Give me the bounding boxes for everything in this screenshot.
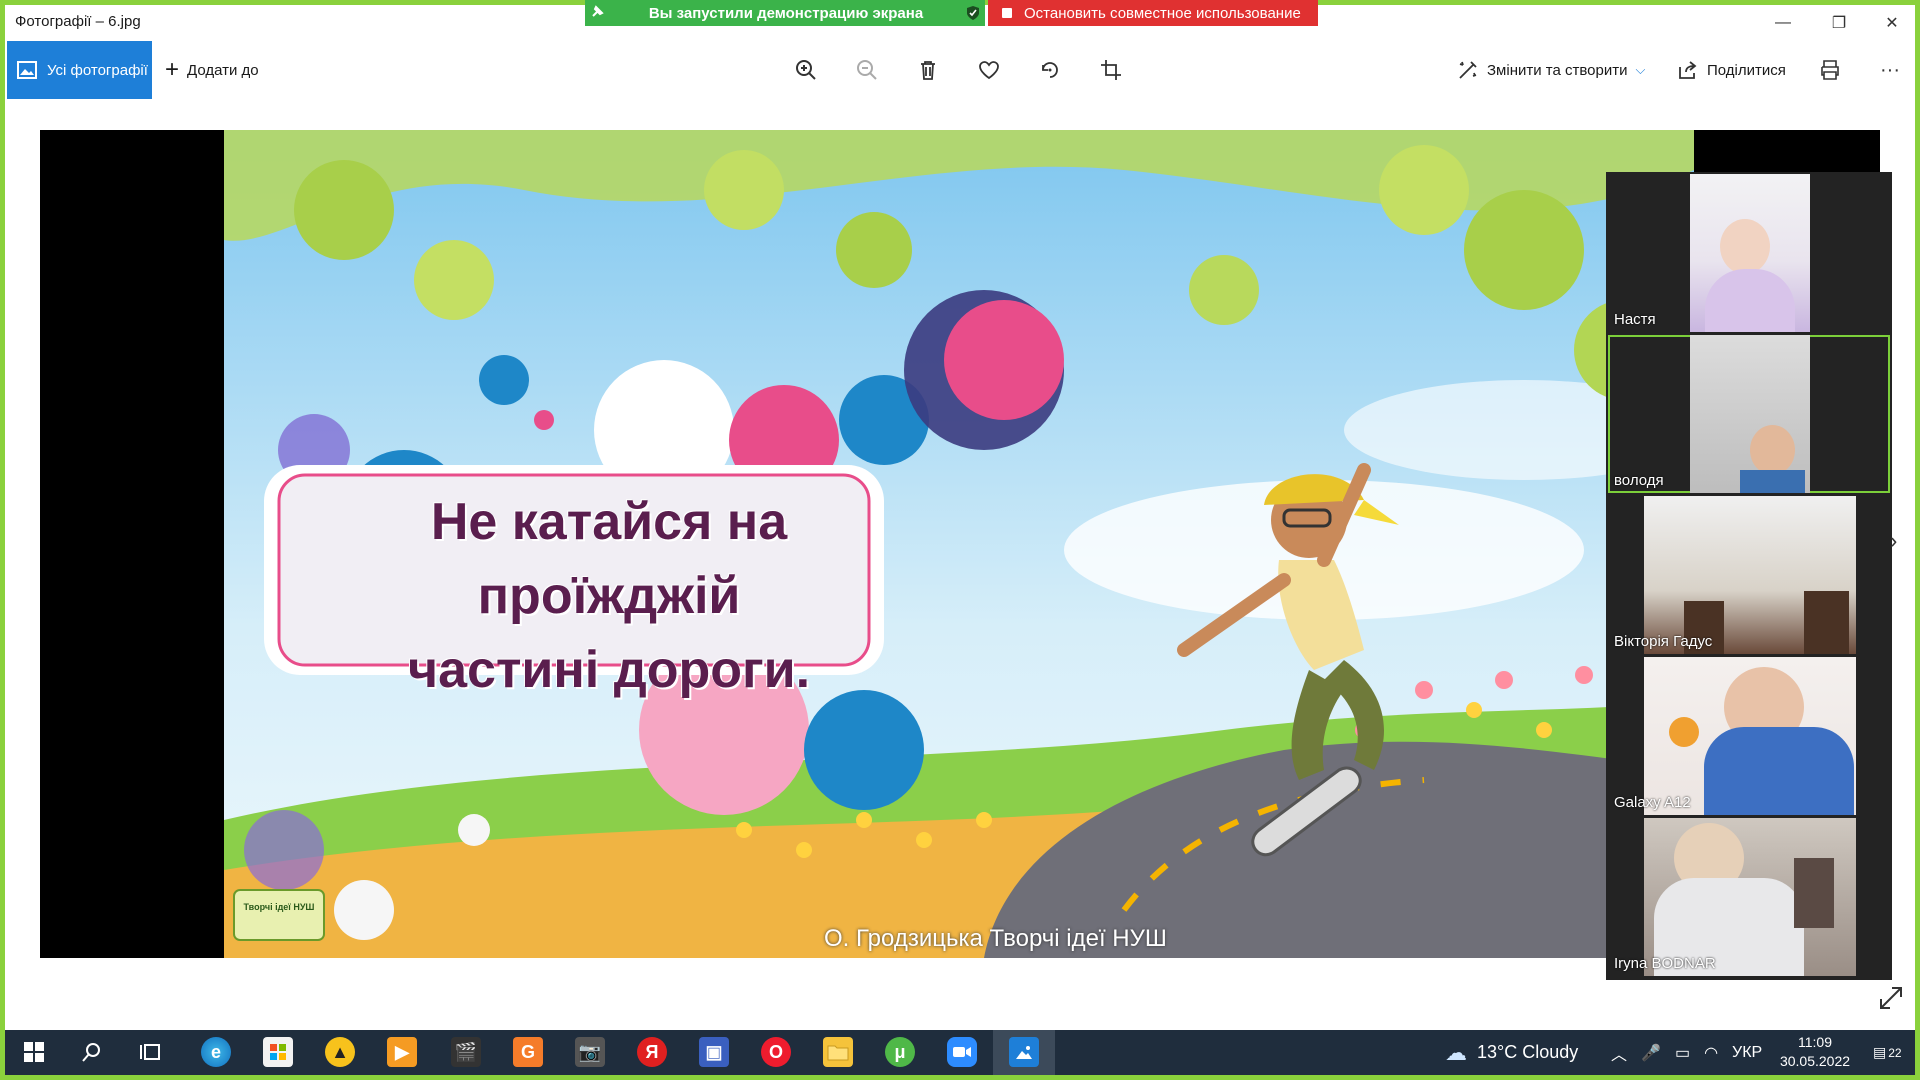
stop-sharing-button[interactable]: Остановить совместное использование [988, 0, 1318, 26]
photos-app-icon[interactable] [1009, 1037, 1039, 1067]
participant-video [1644, 496, 1856, 654]
clock-date: 30.05.2022 [1779, 1053, 1851, 1069]
edit-create-label: Змінити та створити [1487, 61, 1628, 79]
favorite-button[interactable] [973, 54, 1005, 86]
notification-center-button[interactable]: ▤ 22 [1873, 1030, 1902, 1075]
participant-name: Iryna BODNAR [1614, 955, 1716, 972]
share-button[interactable]: Поділитися [1677, 41, 1786, 99]
stop-sharing-label: Остановить совместное использование [1024, 4, 1301, 22]
participant-name: володя [1614, 472, 1664, 489]
slide-caption: Не катайся на проїжджій частині дороги. [299, 485, 919, 707]
edge-browser-icon[interactable]: e [201, 1037, 231, 1067]
participant-tile[interactable]: Настя [1608, 174, 1890, 332]
photo-icon [17, 61, 37, 79]
photo-viewer[interactable]: Не катайся на проїжджій частині дороги. … [40, 130, 1880, 958]
shield-icon [961, 0, 985, 26]
camera-app-icon[interactable]: 📷 [575, 1037, 605, 1067]
zoom-app-icon[interactable] [947, 1037, 977, 1067]
crop-button[interactable] [1095, 54, 1127, 86]
utorrent-icon[interactable]: μ [885, 1037, 915, 1067]
zoom-in-icon [796, 60, 816, 80]
task-view-icon[interactable] [135, 1037, 165, 1067]
participant-video [1690, 335, 1810, 493]
battery-icon[interactable]: ▭ [1675, 1043, 1690, 1063]
microphone-icon[interactable]: 🎤 [1641, 1043, 1661, 1063]
share-icon [1679, 61, 1697, 79]
window-title: Фотографії – 6.jpg [15, 13, 141, 30]
trash-icon [921, 61, 935, 80]
screen-share-banner: Вы запустили демонстрацию экрана [585, 0, 985, 26]
participants-panel: Настя володя Вікторія Гадус Galaxy A12 I… [1606, 172, 1892, 980]
share-label: Поділитися [1707, 61, 1786, 79]
slide-logo-text: Творчі ідеї НУШ [243, 902, 315, 912]
plus-icon: + [165, 56, 180, 83]
avast-icon[interactable]: ▲ [325, 1037, 355, 1067]
language-indicator[interactable]: УКР [1732, 1044, 1762, 1062]
pdf-app-icon[interactable]: G [513, 1037, 543, 1067]
all-photos-button[interactable]: Усі фотографії [7, 41, 152, 99]
participant-name: Вікторія Гадус [1614, 633, 1713, 650]
yandex-browser-icon[interactable]: Я [637, 1037, 667, 1067]
notification-icon: ▤ [1873, 1044, 1887, 1060]
participant-video [1644, 818, 1856, 976]
stop-icon [1002, 8, 1012, 18]
notification-count: 22 [1888, 1045, 1902, 1060]
participant-tile[interactable]: Вікторія Гадус [1608, 496, 1890, 654]
slide-caption-line-2: частині дороги. [407, 641, 811, 699]
participant-name: Настя [1614, 311, 1656, 328]
slide-watermark: О. Гродзицька Творчі ідеї НУШ [824, 925, 1167, 952]
slide-caption-line-1: Не катайся на проїжджій [430, 493, 788, 625]
system-tray: ︿ 🎤 ▭ ◠ УКР [1611, 1030, 1762, 1075]
weather-text: 13°C Cloudy [1477, 1042, 1579, 1062]
printer-icon [1821, 60, 1839, 80]
media-player-icon[interactable]: ▶ [387, 1037, 417, 1067]
save-disk-icon[interactable]: ▣ [699, 1037, 729, 1067]
more-options-button[interactable]: ··· [1874, 54, 1906, 86]
zoom-out-button[interactable] [851, 54, 883, 86]
all-photos-label: Усі фотографії [47, 61, 148, 79]
rotate-button[interactable] [1034, 54, 1066, 86]
zoom-in-button[interactable] [790, 54, 822, 86]
file-explorer-icon[interactable] [823, 1037, 853, 1067]
wifi-icon[interactable]: ◠ [1704, 1043, 1718, 1063]
minimize-button[interactable]: — [1760, 5, 1806, 41]
rotate-icon [1042, 62, 1058, 78]
close-button[interactable]: ✕ [1869, 5, 1915, 41]
print-button[interactable] [1814, 54, 1846, 86]
expand-icon[interactable] [1878, 985, 1904, 1011]
zoom-out-icon [857, 60, 877, 80]
video-editor-icon[interactable]: 🎬 [451, 1037, 481, 1067]
add-to-button[interactable]: + Додати до [165, 41, 259, 99]
microsoft-store-icon[interactable] [263, 1037, 293, 1067]
restore-button[interactable]: ❐ [1816, 5, 1862, 41]
slide-image: Не катайся на проїжджій частині дороги. … [224, 130, 1694, 958]
weather-widget[interactable]: ☁ 13°C Cloudy [1445, 1030, 1578, 1075]
participant-tile-active[interactable]: володя [1608, 335, 1890, 493]
heart-icon [979, 61, 999, 80]
magic-wand-icon [1459, 61, 1477, 79]
edit-create-button[interactable]: Змінити та створити ⌵ [1457, 41, 1645, 99]
chevron-up-icon[interactable]: ︿ [1611, 1041, 1627, 1065]
opera-browser-icon[interactable]: O [761, 1037, 791, 1067]
crop-icon [1101, 60, 1121, 80]
participant-tile[interactable]: Iryna BODNAR [1608, 818, 1890, 976]
participant-tile[interactable]: Galaxy A12 [1608, 657, 1890, 815]
photos-toolbar: Усі фотографії + Додати до Змінити та ст… [5, 41, 1915, 99]
chevron-right-icon[interactable]: › [1890, 528, 1897, 554]
chevron-down-icon: ⌵ [1635, 62, 1646, 77]
add-to-label: Додати до [187, 61, 259, 79]
participant-video [1644, 657, 1856, 815]
windows-start-icon[interactable] [19, 1037, 49, 1067]
participant-name: Galaxy A12 [1614, 794, 1691, 811]
taskbar: e ▲ ▶ 🎬 G 📷 Я ▣ O μ ☁ 13°C Cloudy ︿ 🎤 ▭ … [5, 1030, 1915, 1075]
cloud-icon: ☁ [1445, 1039, 1467, 1065]
clock-time: 11:09 [1798, 1034, 1832, 1050]
clock[interactable]: 11:09 30.05.2022 [1765, 1033, 1865, 1071]
participant-video [1690, 174, 1810, 332]
delete-button[interactable] [912, 54, 944, 86]
screen-share-notice: Вы запустили демонстрацию экрана [648, 4, 924, 22]
pin-icon[interactable] [585, 4, 611, 22]
search-icon[interactable] [77, 1037, 107, 1067]
